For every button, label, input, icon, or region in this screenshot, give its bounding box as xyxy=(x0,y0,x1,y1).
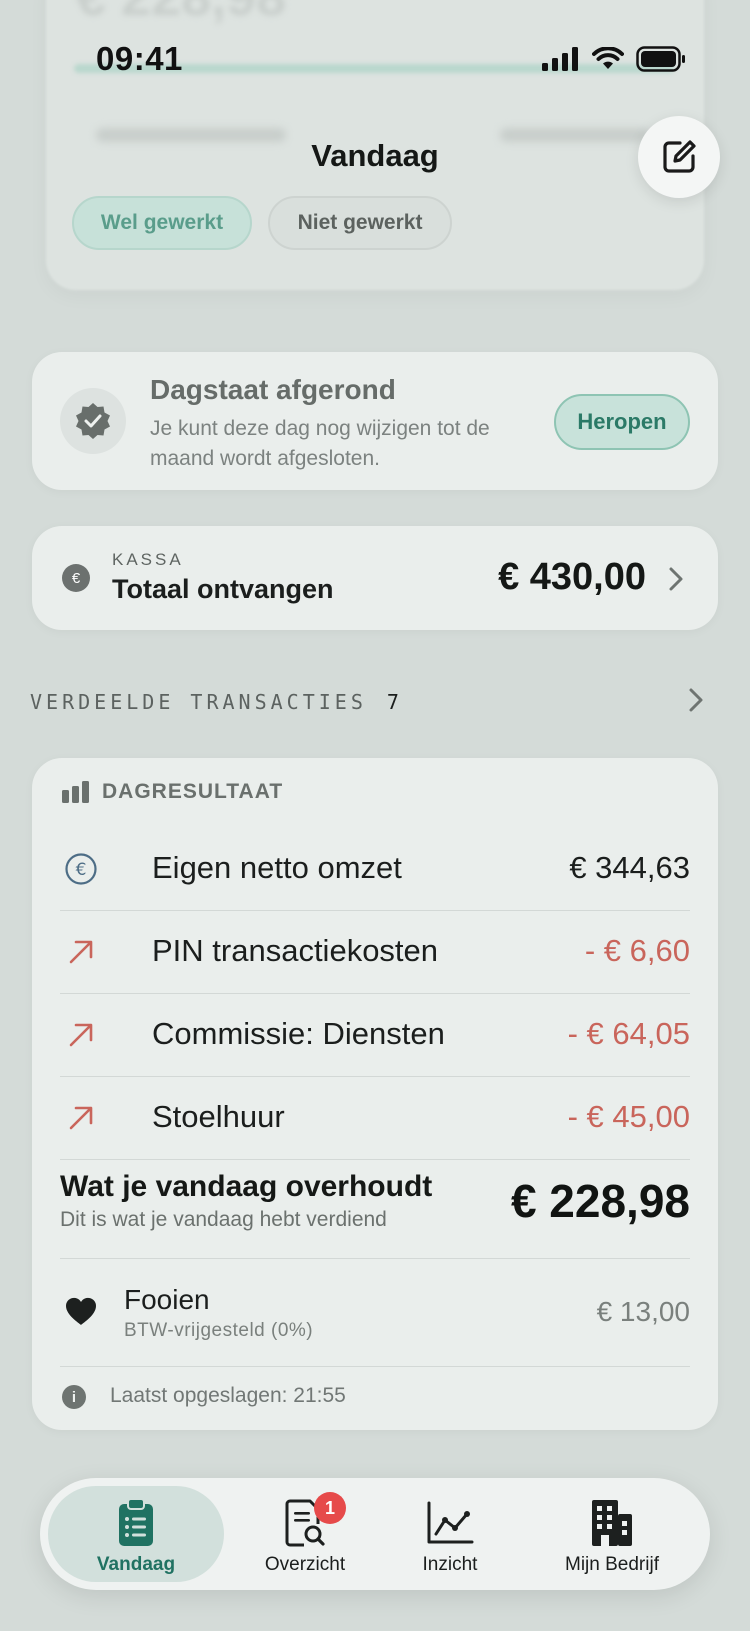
battery-icon xyxy=(636,46,685,72)
edit-icon xyxy=(663,140,696,173)
tab-vandaag[interactable]: Vandaag xyxy=(48,1486,224,1582)
net-result-amount: € 228,98 xyxy=(510,1175,690,1227)
tab-inzicht[interactable]: Inzicht xyxy=(385,1486,515,1582)
status-time: 09:41 xyxy=(96,40,183,77)
row-label: Eigen netto omzet xyxy=(152,850,402,885)
result-header-label: DAGRESULTAAT xyxy=(102,780,284,803)
tips-title: Fooien xyxy=(124,1284,210,1315)
heart-icon xyxy=(64,1296,98,1331)
row-value: - € 64,05 xyxy=(567,1016,690,1051)
tab-label: Mijn Bedrijf xyxy=(565,1554,659,1575)
status-bar: 09:41 xyxy=(0,0,750,100)
worked-toggle[interactable]: Wel gewerkt xyxy=(72,196,252,250)
divider xyxy=(60,1366,690,1367)
tab-overzicht[interactable]: 1 Overzicht xyxy=(230,1486,380,1582)
transactions-label: VERDEELDE TRANSACTIES xyxy=(30,690,367,714)
kassa-label: KASSA xyxy=(112,550,184,569)
tab-mijn-bedrijf[interactable]: Mijn Bedrijf xyxy=(524,1486,700,1582)
kassa-amount: € 430,00 xyxy=(498,556,646,598)
chevron-right-icon xyxy=(669,567,683,591)
cellular-signal-icon xyxy=(542,47,578,71)
clipboard-list-icon xyxy=(117,1498,155,1548)
day-closed-title: Dagstaat afgerond xyxy=(150,374,396,405)
transactions-header[interactable]: VERDEELDE TRANSACTIES 7 xyxy=(30,690,403,714)
tab-label: Inzicht xyxy=(422,1554,478,1575)
tab-bar: Vandaag 1 Overzicht Inzicht Mijn Bedrijf xyxy=(40,1478,710,1590)
day-closed-text: Je kunt deze dag nog wijzigen tot de maa… xyxy=(150,417,490,470)
result-row: PIN transactiekosten - € 6,60 xyxy=(60,911,690,994)
status-icons xyxy=(542,46,686,72)
row-value: € 344,63 xyxy=(569,850,690,885)
row-value: - € 6,60 xyxy=(584,933,690,968)
euro-icon: € xyxy=(62,564,90,592)
arrow-up-right-icon xyxy=(64,1101,98,1135)
info-icon: i xyxy=(62,1385,86,1409)
edit-button[interactable] xyxy=(638,116,720,198)
last-saved-text: Laatst opgeslagen: 21:55 xyxy=(110,1384,346,1407)
divider xyxy=(60,1258,690,1259)
tips-amount: € 13,00 xyxy=(596,1296,690,1327)
notification-badge: 1 xyxy=(314,1492,346,1524)
transactions-count: 7 xyxy=(386,690,403,714)
kassa-title: Totaal ontvangen xyxy=(112,574,334,604)
net-result-subtitle: Dit is wat je vandaag hebt verdiend xyxy=(60,1208,387,1231)
wifi-icon xyxy=(592,47,624,69)
bar-chart-icon xyxy=(62,781,89,803)
tab-label: Overzicht xyxy=(264,1554,346,1575)
result-row: Commissie: Diensten - € 64,05 xyxy=(60,994,690,1077)
row-value: - € 45,00 xyxy=(567,1099,690,1134)
kassa-card[interactable]: € KASSA Totaal ontvangen € 430,00 xyxy=(32,526,718,630)
net-result-title: Wat je vandaag overhoudt xyxy=(60,1170,433,1203)
tips-subtitle: BTW-vrijgesteld (0%) xyxy=(124,1320,314,1341)
document-search-icon: 1 xyxy=(284,1492,346,1548)
day-closed-card: Dagstaat afgerond Je kunt deze dag nog w… xyxy=(32,352,718,490)
line-chart-icon xyxy=(426,1498,474,1548)
row-label: PIN transactiekosten xyxy=(152,933,439,968)
result-row: € Eigen netto omzet € 344,63 xyxy=(60,828,690,911)
reopen-button[interactable]: Heropen xyxy=(554,394,690,450)
row-label: Commissie: Diensten xyxy=(152,1016,445,1051)
result-row: Stoelhuur - € 45,00 xyxy=(60,1077,690,1160)
euro-circle-icon: € xyxy=(64,852,98,886)
tab-label: Vandaag xyxy=(96,1554,176,1575)
arrow-up-right-icon xyxy=(64,935,98,969)
verified-badge-icon xyxy=(60,388,126,454)
svg-text:€: € xyxy=(76,860,87,880)
arrow-up-right-icon xyxy=(64,1018,98,1052)
chevron-right-icon[interactable] xyxy=(688,687,704,713)
day-result-card: DAGRESULTAAT € Eigen netto omzet € 344,6… xyxy=(32,758,718,1430)
not-worked-toggle[interactable]: Niet gewerkt xyxy=(268,196,452,250)
result-header: DAGRESULTAAT xyxy=(62,780,283,804)
row-label: Stoelhuur xyxy=(152,1099,285,1134)
building-icon xyxy=(590,1498,634,1548)
